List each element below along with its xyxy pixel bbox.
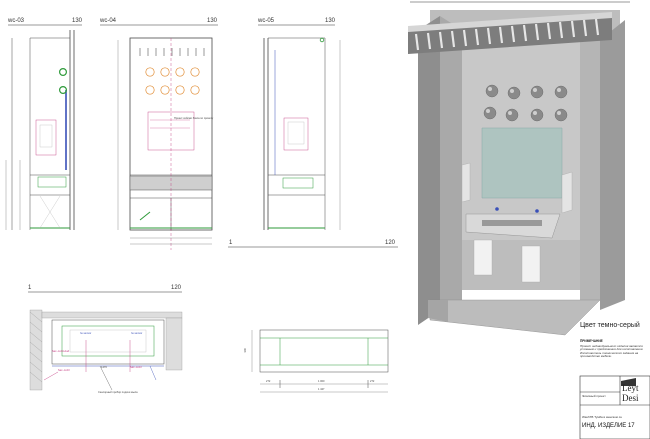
stage-label: Эскизный проект bbox=[582, 394, 606, 398]
plan-label-2: Sec.-A-03 bbox=[130, 366, 142, 369]
logo-text-1: Leyt bbox=[622, 383, 639, 393]
plan-label-4: № sensor bbox=[80, 332, 92, 335]
wc-04-elevation bbox=[100, 24, 218, 250]
wc-03-scale: 130 bbox=[72, 18, 83, 24]
wc-03-title: wc-03 bbox=[8, 18, 25, 24]
wc-04-title: wc-04 bbox=[100, 18, 117, 24]
front-dim-1: 272 bbox=[266, 380, 271, 383]
wc-05-elevation bbox=[258, 24, 341, 230]
notes-body: Проект индивидуального изделия является … bbox=[580, 344, 644, 359]
front-dim-total: 1 427 bbox=[318, 388, 325, 391]
plan-label-1: Sec.-A-03-Aud bbox=[52, 350, 70, 353]
notes-title: ПРИМЕЧАНИЕ bbox=[580, 339, 603, 343]
front-dim-2: 1 000 bbox=[318, 380, 325, 383]
wc-05-scale: 130 bbox=[325, 18, 336, 24]
title-block-frame bbox=[579, 375, 650, 439]
plan-scale: 120 bbox=[171, 285, 182, 291]
section-divider bbox=[28, 246, 398, 293]
section-mid-scale: 120 bbox=[385, 240, 396, 246]
plan-dim-a: 1476 bbox=[101, 366, 107, 369]
front-dim-height: 300 bbox=[243, 348, 247, 353]
wc-03-elevation bbox=[5, 24, 82, 230]
section-mid-title: 1 bbox=[229, 240, 233, 246]
item-description: WashTB Тумба в женском сн bbox=[582, 415, 622, 419]
plan-label-3: Sec.-A-03 bbox=[58, 369, 70, 372]
render-3d bbox=[408, 1, 630, 336]
color-heading: Цвет темно-серый bbox=[580, 322, 640, 329]
plan-sensor-note: Сенсорный прибор подачи мыла bbox=[98, 391, 138, 394]
plan-label-5: № sensor bbox=[131, 332, 143, 335]
drawing-sheet bbox=[5, 1, 650, 439]
wc-04-note: Проект сейсмо бокса по проекту bbox=[174, 117, 214, 120]
logo-text-2: Desi bbox=[622, 393, 639, 403]
wc-04-scale: 130 bbox=[207, 18, 218, 24]
item-code: ИНД. ИЗДЕЛИЕ 17 bbox=[582, 423, 635, 429]
wc-05-title: wc-05 bbox=[258, 18, 275, 24]
front-dim-3: 272 bbox=[370, 380, 375, 383]
plan-title: 1 bbox=[28, 285, 32, 291]
